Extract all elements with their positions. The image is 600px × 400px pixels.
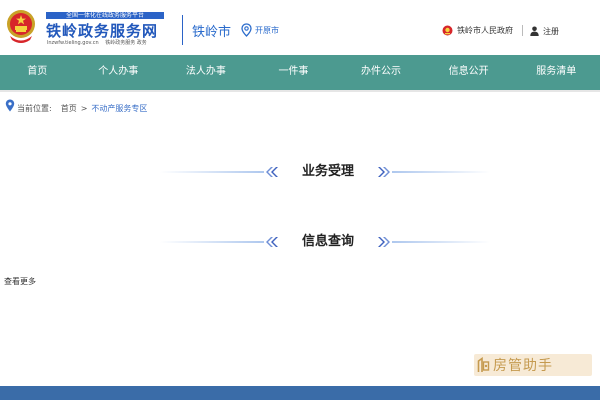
platform-banner: 全国一体化在线政务服务平台 [46,12,164,19]
site-subtitle: lnzwfw.tieling.gov.cn 铁岭政务服务 政务 [47,39,147,46]
nav-item-personal[interactable]: 个人办事 [74,55,162,90]
register-label: 注册 [543,26,559,36]
site-header: 全国一体化在线政务服务平台 铁岭政务服务网 lnzwfw.tieling.gov… [0,0,600,55]
house-key-icon [477,357,490,372]
gov-emblem-icon [442,25,453,35]
nav-item-case-publicity[interactable]: 办件公示 [337,55,425,90]
national-emblem-icon [7,10,35,43]
double-chevron-left-icon [266,237,278,247]
header-divider [182,15,183,45]
main-nav: 首页 个人办事 法人办事 一件事 办件公示 信息公开 服务清单 [0,55,600,90]
section-line-right [392,171,490,173]
section-info-query: 信息查询 [0,229,600,255]
section-line-right [392,241,490,243]
view-more-link[interactable]: 查看更多 [4,276,36,287]
breadcrumb-home-link[interactable]: 首页 [61,103,77,114]
double-chevron-right-icon [378,167,390,177]
section-business-acceptance: 业务受理 [0,159,600,185]
gov-website-link[interactable]: 铁岭市人民政府 [442,24,513,36]
section-title: 信息查询 [301,234,354,249]
double-chevron-left-icon [266,167,278,177]
watermark-text: 房管助手 [493,358,553,374]
nav-item-service-list[interactable]: 服务清单 [512,55,600,90]
breadcrumb: 当前位置: 首页 > 不动产服务专区 [5,99,147,116]
nav-item-one-thing[interactable]: 一件事 [250,55,338,90]
current-city: 铁岭市 [192,25,232,40]
nav-item-legal-person[interactable]: 法人办事 [162,55,250,90]
switch-city-label: 开原市 [255,25,279,35]
watermark: 房管助手 [474,354,592,376]
switch-city-link[interactable]: 开原市 [241,23,279,37]
section-line-left [160,241,264,243]
section-title: 业务受理 [301,164,354,179]
site-domain: lnzwfw.tieling.gov.cn [47,40,99,46]
nav-item-home[interactable]: 首页 [0,55,74,90]
header-separator [522,25,523,36]
gov-link-label: 铁岭市人民政府 [457,25,513,35]
nav-item-info-disclosure[interactable]: 信息公开 [425,55,513,90]
breadcrumb-separator: > [80,103,88,113]
location-marker-icon [5,99,15,111]
double-chevron-right-icon [378,237,390,247]
register-link[interactable]: 注册 [530,25,559,37]
page-footer [0,386,600,400]
breadcrumb-prefix: 当前位置: [17,103,52,113]
section-line-left [160,171,264,173]
site-slogan: 铁岭政务服务 政务 [105,40,147,46]
location-pin-icon [241,23,252,37]
user-icon [530,26,539,36]
site-title[interactable]: 铁岭政务服务网 [46,20,158,41]
breadcrumb-current[interactable]: 不动产服务专区 [91,103,147,114]
nav-shadow [0,90,600,92]
